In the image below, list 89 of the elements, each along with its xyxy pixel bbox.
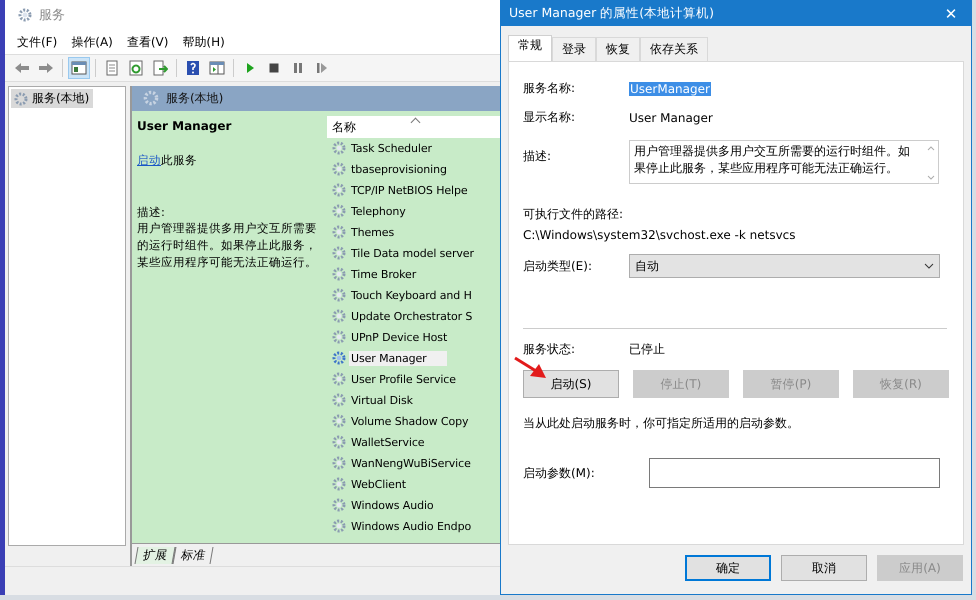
dialog-button[interactable]: 确定	[685, 555, 771, 581]
gear-icon	[331, 371, 347, 388]
gear-icon	[331, 140, 347, 156]
help-icon	[185, 60, 201, 76]
gear-icon	[17, 7, 33, 23]
view-tab[interactable]: 扩展	[134, 546, 176, 564]
menu-item[interactable]: 查看(V)	[126, 34, 168, 50]
tree-button[interactable]	[68, 57, 90, 79]
tree-item[interactable]: 服务(本地)	[11, 89, 94, 108]
service-row[interactable]: Tile Data model server	[349, 246, 476, 261]
gear-icon	[331, 266, 347, 282]
gear-icon	[331, 413, 347, 430]
field-label: 启动类型(E):	[523, 258, 593, 274]
field-label: 服务名称:	[523, 80, 576, 97]
gear-icon	[331, 350, 347, 366]
gear-icon	[331, 245, 347, 262]
description-label: 描述:	[137, 204, 166, 220]
display-name-value[interactable]: User Manager	[629, 110, 713, 124]
gear-icon	[331, 287, 347, 304]
window-title: 服务	[39, 7, 65, 24]
service-row[interactable]: Touch Keyboard and H	[349, 288, 474, 303]
parameters-field[interactable]	[649, 458, 940, 488]
gear-icon	[331, 224, 347, 240]
action-text: 此服务	[161, 152, 197, 167]
view-tab[interactable]: 标准	[172, 546, 214, 564]
path-label: 可执行文件的路径:	[523, 206, 624, 223]
service-row[interactable]: Task Scheduler	[349, 140, 434, 156]
dialog-tab[interactable]: 恢复	[596, 37, 640, 61]
gear-icon	[331, 455, 347, 472]
service-row[interactable]: Volume Shadow Copy	[349, 414, 470, 429]
service-row[interactable]: Themes	[349, 224, 396, 240]
gear-icon	[331, 203, 347, 220]
path-value: C:\Windows\system32\svchost.exe -k netsvcs	[523, 228, 797, 242]
start-link[interactable]: 启动	[137, 152, 161, 167]
menu-item[interactable]: 文件(F)	[17, 34, 58, 50]
dialog-title: User Manager 的属性(本地计算机)	[509, 5, 714, 22]
refresh-icon	[128, 60, 144, 76]
service-row[interactable]: TCP/IP NetBIOS Helpe	[349, 182, 470, 198]
service-row[interactable]: WanNengWuBiService	[349, 456, 473, 471]
field-label: 显示名称:	[523, 109, 576, 126]
service-button[interactable]: 启动(S)	[523, 370, 619, 398]
service-name: User Manager	[137, 118, 232, 133]
window-pane-icon	[209, 60, 225, 76]
gear-icon	[331, 434, 347, 450]
field-label: 服务状态:	[523, 341, 576, 358]
status-value: 已停止	[629, 341, 665, 358]
field-label: 描述:	[523, 148, 552, 165]
left-arrow-icon	[14, 60, 30, 76]
gear-icon	[331, 161, 347, 178]
gear-icon	[142, 89, 160, 108]
service-row[interactable]: Virtual Disk	[349, 392, 415, 408]
gear-icon	[331, 392, 347, 408]
right-arrow-icon	[38, 60, 54, 76]
service-row[interactable]: UPnP Device Host	[349, 330, 450, 345]
dialog-button[interactable]: 取消	[781, 555, 867, 581]
service-row[interactable]: User Manager	[349, 350, 447, 366]
startup-type-dropdown[interactable]: 自动	[629, 254, 940, 278]
gear-icon	[331, 518, 347, 534]
menu-item[interactable]: 操作(A)	[71, 34, 113, 50]
gear-icon	[331, 308, 347, 324]
service-row[interactable]: User Profile Service	[349, 372, 458, 387]
gear-icon	[331, 476, 347, 492]
service-row[interactable]: WebClient	[349, 476, 408, 492]
service-row[interactable]: WalletService	[349, 434, 426, 450]
description-box[interactable]: 用户管理器提供多用户交互所需要的运行时组件。如果停止此服务，某些应用程序可能无法正确运行。	[629, 140, 939, 184]
service-row[interactable]: Windows Audio Endpo	[349, 518, 474, 534]
gear-icon	[331, 497, 347, 514]
service-row[interactable]: Telephony	[349, 204, 408, 219]
dialog-tab[interactable]: 依存关系	[640, 37, 708, 61]
service-row[interactable]: Windows Audio	[349, 498, 436, 513]
field-label: 启动参数(M):	[523, 464, 596, 482]
chevron-down-icon	[924, 263, 934, 269]
service-row[interactable]: Time Broker	[349, 266, 418, 282]
menu-item[interactable]: 帮助(H)	[182, 34, 225, 50]
close-button[interactable]: ✕	[931, 1, 971, 26]
window-pane-icon	[71, 60, 87, 76]
gear-icon	[13, 90, 29, 106]
pane-header: 服务(本地)	[132, 86, 500, 111]
dialog-tab[interactable]: 登录	[552, 37, 596, 61]
column-header[interactable]: 名称	[327, 116, 500, 138]
service-row[interactable]: tbaseprovisioning	[349, 162, 449, 177]
service-row[interactable]: Update Orchestrator S	[349, 308, 474, 324]
document-icon	[104, 60, 120, 76]
dialog-tab[interactable]: 常规	[508, 35, 552, 61]
description-text: 用户管理器提供多用户交互所需要的运行时组件。如果停止此服务，某些应用程序可能无法正确运行。	[137, 220, 318, 271]
hint-text: 当从此处启动服务时，你可指定所适用的启动参数。	[523, 415, 800, 432]
gear-icon	[331, 182, 347, 198]
export-icon	[152, 60, 168, 76]
gear-icon	[331, 329, 347, 346]
